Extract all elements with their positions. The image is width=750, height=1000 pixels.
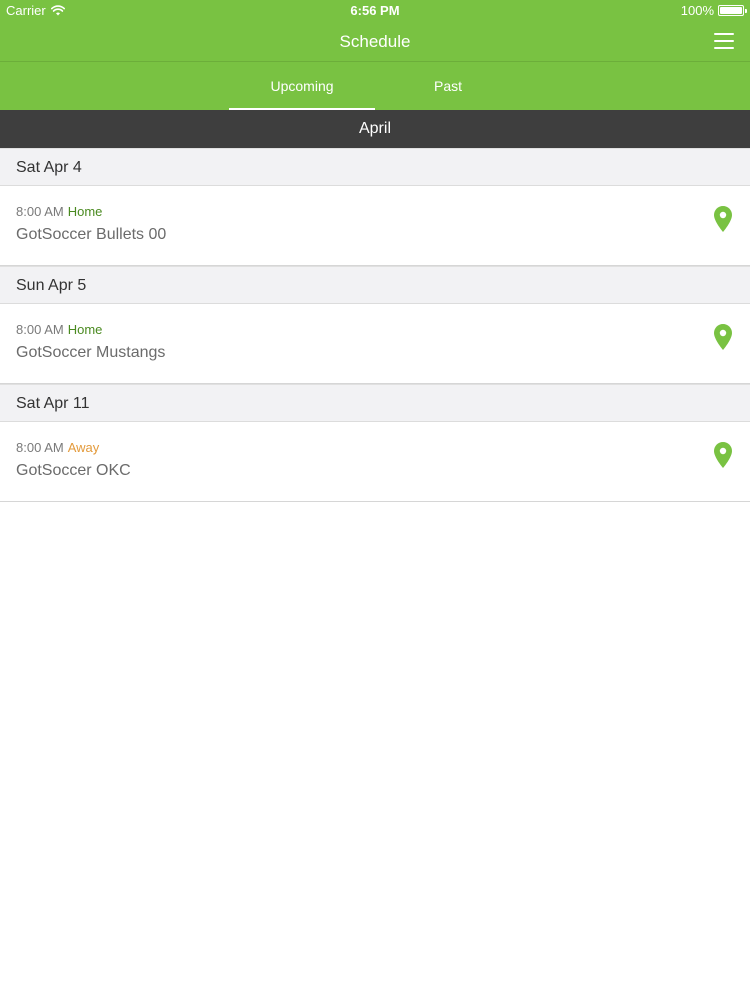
day-header: Sat Apr 4 <box>0 148 750 186</box>
hamburger-menu-icon[interactable] <box>714 33 734 49</box>
game-row[interactable]: 8:00 AM Home GotSoccer Bullets 00 <box>0 186 750 266</box>
battery-fill <box>720 7 742 14</box>
map-pin-icon[interactable] <box>714 324 732 350</box>
menu-line <box>714 33 734 35</box>
app-header: Carrier 6:56 PM 100% Schedule Upcoming P… <box>0 0 750 110</box>
battery-tip <box>745 9 747 13</box>
tab-past[interactable]: Past <box>375 63 521 110</box>
game-row[interactable]: 8:00 AM Away GotSoccer OKC <box>0 422 750 502</box>
game-opponent: GotSoccer Bullets 00 <box>16 226 167 243</box>
nav-bar: Schedule <box>0 22 750 62</box>
menu-line <box>714 47 734 49</box>
segmented-tabs: Upcoming Past <box>0 63 750 110</box>
game-venue-home: Home <box>67 322 103 337</box>
menu-line <box>714 40 734 42</box>
game-venue-home: Home <box>67 204 103 219</box>
game-time-line: 8:00 AM Home <box>16 322 102 337</box>
game-time-line: 8:00 AM Home <box>16 204 102 219</box>
tab-past-label: Past <box>433 78 462 94</box>
status-time: 6:56 PM <box>350 3 400 18</box>
game-time: 8:00 AM <box>16 204 64 219</box>
game-time: 8:00 AM <box>16 322 64 337</box>
month-header: April <box>0 110 750 148</box>
battery-percent: 100% <box>680 3 714 18</box>
status-battery-group: 100% <box>680 3 747 18</box>
game-row[interactable]: 8:00 AM Home GotSoccer Mustangs <box>0 304 750 384</box>
tab-upcoming[interactable]: Upcoming <box>229 63 375 110</box>
battery-icon <box>718 5 747 16</box>
game-opponent: GotSoccer OKC <box>16 462 131 479</box>
game-time-line: 8:00 AM Away <box>16 440 99 455</box>
map-pin-icon[interactable] <box>714 442 732 468</box>
schedule-list: Sat Apr 4 8:00 AM Home GotSoccer Bullets … <box>0 148 750 502</box>
game-time: 8:00 AM <box>16 440 64 455</box>
day-header: Sun Apr 5 <box>0 266 750 304</box>
day-header: Sat Apr 11 <box>0 384 750 422</box>
page-title: Schedule <box>339 32 411 51</box>
tab-upcoming-label: Upcoming <box>270 78 334 94</box>
status-bar: Carrier 6:56 PM 100% <box>0 0 750 22</box>
map-pin-icon[interactable] <box>714 206 732 232</box>
game-venue-away: Away <box>67 440 100 455</box>
game-opponent: GotSoccer Mustangs <box>16 344 166 361</box>
